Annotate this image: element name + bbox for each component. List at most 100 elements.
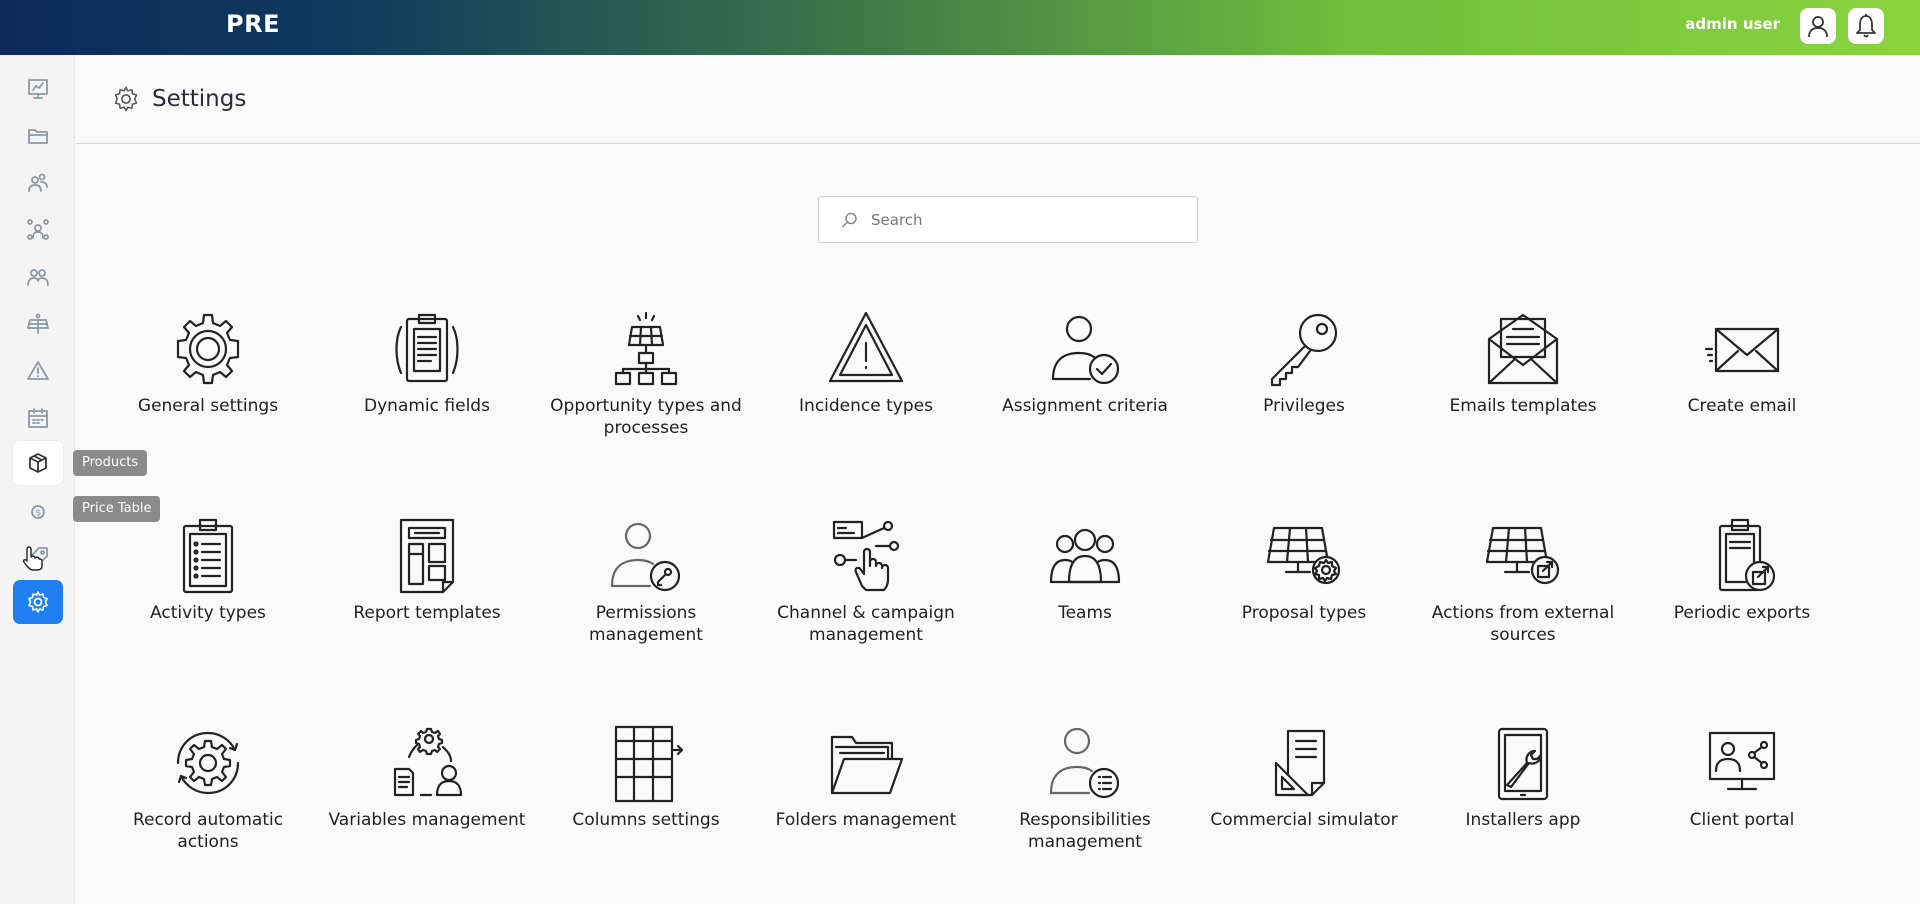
clipboard-icon [395,313,459,383]
warning-triangle-icon [828,311,904,383]
tile-label: Actions from external sources [1431,603,1615,645]
top-bar: PRE admin user [0,0,1920,55]
tile-client-portal[interactable]: Client portal [1642,721,1842,891]
sidebar-item-products[interactable] [13,441,63,485]
checklist-icon [182,518,234,594]
tile-label: Report templates [353,603,501,623]
tile-dynamic-fields[interactable]: Dynamic fields [327,307,527,477]
portal-share-icon [1708,731,1776,791]
tile-activity-types[interactable]: Activity types [108,514,308,684]
solar-external-icon [1485,526,1560,585]
hand-cursor-icon [22,546,43,571]
user-list-icon [1049,727,1120,799]
warning-icon [27,361,49,380]
svg-text:$: $ [36,509,42,519]
tile-variables-management[interactable]: Variables management [327,721,527,891]
tile-label: Folders management [775,810,957,830]
gear-icon [28,591,48,613]
folder-icon [28,129,48,144]
user-name[interactable]: admin user [1685,15,1780,33]
gear-icon [176,313,240,385]
team-icon [1049,528,1121,584]
settings-gear-icon [114,86,138,112]
user-key-icon [610,522,681,592]
tile-permissions-management[interactable]: Permissions management [546,514,746,684]
tile-assignment-criteria[interactable]: Assignment criteria [985,307,1185,477]
solar-panel-icon [27,313,49,334]
tile-label: Permissions management [589,603,703,645]
open-folder-icon [830,735,904,795]
variables-icon [393,727,463,797]
tile-channel-campaign[interactable]: Channel & campaign management [766,514,966,684]
tile-label: Commercial simulator [1210,810,1398,830]
network-icon [27,219,49,240]
tile-label: Variables management [328,810,526,830]
tile-label: Record automatic actions [132,810,284,852]
sidebar-item-calendar[interactable] [13,396,63,440]
user-icon [1808,16,1828,38]
tile-privileges[interactable]: Privileges [1204,307,1404,477]
tile-installers-app[interactable]: Installers app [1423,721,1623,891]
tile-actions-external[interactable]: Actions from external sources [1423,514,1623,684]
tile-teams[interactable]: Teams [985,514,1185,684]
page-header: Settings [76,55,1920,144]
tile-label: Emails templates [1449,396,1597,416]
tablet-tools-icon [1497,727,1549,801]
sidebar: $ Products Price Table [0,55,161,904]
tile-emails-templates[interactable]: Emails templates [1423,307,1623,477]
tile-folders-management[interactable]: Folders management [766,721,966,891]
sidebar-item-price-table[interactable]: $ [13,488,63,532]
report-icon [399,518,455,594]
user-check-icon [1051,315,1120,385]
tile-label: Installers app [1465,810,1581,830]
sidebar-item-groups[interactable] [13,255,63,299]
groups-icon [27,269,49,286]
notifications-button[interactable] [1848,8,1884,44]
sidebar-item-network[interactable] [13,208,63,252]
price-icon: $ [31,505,45,519]
touch-channel-icon [832,520,900,592]
sidebar-item-settings[interactable] [13,580,63,624]
tile-label: Periodic exports [1673,603,1811,623]
tile-opportunity-types[interactable]: Opportunity types and processes [546,307,746,477]
sidebar-item-dashboard[interactable] [13,67,63,111]
tile-label: Opportunity types and processes [550,396,742,438]
simulator-icon [1274,729,1326,797]
send-envelope-icon [1704,327,1780,373]
tile-incidence-types[interactable]: Incidence types [766,307,966,477]
tile-label: Teams [1058,603,1112,623]
tile-create-email[interactable]: Create email [1642,307,1842,477]
tile-label: General settings [137,396,279,416]
search-box[interactable] [818,196,1198,243]
tile-general-settings[interactable]: General settings [108,307,308,477]
tile-label: Privileges [1263,396,1345,416]
sidebar-item-incidences[interactable] [13,349,63,393]
contacts-icon [28,173,48,192]
tile-record-automatic-actions[interactable]: Record automatic actions [108,721,308,891]
brand-logo[interactable]: PRE [226,10,280,38]
sidebar-item-installations[interactable] [13,302,63,346]
search-icon [842,212,857,227]
dashboard-icon [28,79,48,99]
tile-columns-settings[interactable]: Columns settings [546,721,746,891]
user-profile-button[interactable] [1800,8,1836,44]
tile-responsibilities-management[interactable]: Responsibilities management [985,721,1185,891]
sidebar-item-files[interactable] [13,114,63,158]
tile-report-templates[interactable]: Report templates [327,514,527,684]
tile-label: Proposal types [1241,603,1367,623]
open-envelope-icon [1487,313,1559,385]
bell-icon [1856,14,1876,38]
tile-label: Activity types [150,603,266,623]
gear-cycle-icon [176,731,240,795]
sidebar-item-contacts[interactable] [13,161,63,205]
solar-gear-icon [1266,526,1341,585]
solar-hierarchy-icon [614,311,678,386]
tile-proposal-types[interactable]: Proposal types [1204,514,1404,684]
box-icon [29,453,47,473]
calendar-icon [28,408,48,428]
tile-label: Channel & campaign management [777,603,955,645]
tile-label: Create email [1687,396,1797,416]
search-input[interactable] [869,209,1189,230]
tile-periodic-exports[interactable]: Periodic exports [1642,514,1842,684]
tile-commercial-simulator[interactable]: Commercial simulator [1204,721,1404,891]
